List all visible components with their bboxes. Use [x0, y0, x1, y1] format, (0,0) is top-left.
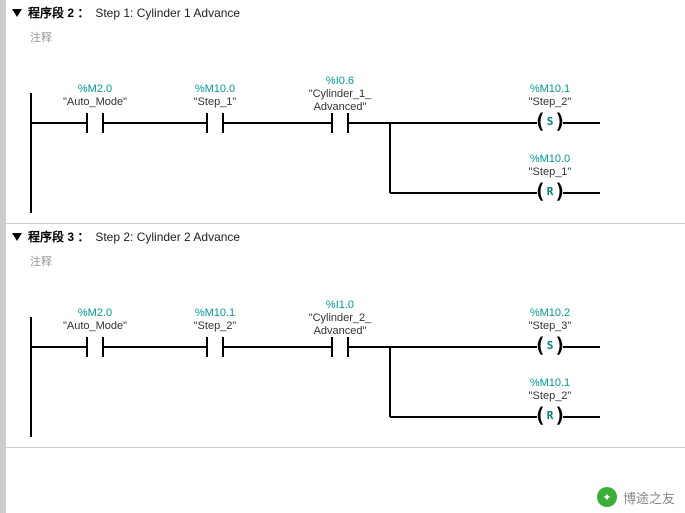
network: 程序段 3 ： Step 2: Cylinder 2 Advance 注释 %M2.0… — [6, 224, 685, 448]
address: %M10.1 — [505, 377, 595, 390]
operand-label: %M10.0"Step_1" — [505, 153, 595, 179]
ladder-rung[interactable]: %M2.0"Auto_Mode"%M10.0"Step_1"%I0.6"Cyli… — [30, 63, 673, 223]
coil-s[interactable]: (S) — [537, 113, 563, 133]
network-header[interactable]: 程序段 2 ： Step 1: Cylinder 1 Advance — [6, 0, 685, 25]
address: %M10.0 — [505, 153, 595, 166]
address: %M10.2 — [505, 307, 595, 320]
network-comment[interactable]: 注释 — [6, 25, 685, 63]
watermark: ✦ 博途之友 — [597, 487, 675, 507]
operand-label: %M10.0"Step_1" — [170, 83, 260, 109]
network-title: 程序段 3 ： — [28, 228, 89, 245]
coil-r[interactable]: (R) — [537, 407, 563, 427]
network-title: 程序段 2 ： — [28, 4, 89, 21]
symbol: "Auto_Mode" — [50, 96, 140, 109]
symbol: "Step_2" — [505, 390, 595, 403]
ladder-rung[interactable]: %M2.0"Auto_Mode"%M10.1"Step_2"%I1.0"Cyli… — [30, 287, 673, 447]
network-comment[interactable]: 注释 — [6, 249, 685, 287]
power-rail — [30, 317, 32, 437]
network: 程序段 2 ： Step 1: Cylinder 1 Advance 注释 %M2.0… — [6, 0, 685, 224]
symbol: "Step_2" — [505, 96, 595, 109]
no-contact[interactable] — [331, 337, 349, 357]
symbol: "Cylinder_2_Advanced" — [295, 312, 385, 338]
address: %M10.1 — [505, 83, 595, 96]
address: %M2.0 — [50, 83, 140, 96]
wechat-icon: ✦ — [597, 487, 617, 507]
watermark-text: 博途之友 — [623, 488, 675, 507]
address: %I1.0 — [295, 299, 385, 312]
power-rail — [30, 93, 32, 213]
symbol: "Auto_Mode" — [50, 320, 140, 333]
address: %M10.0 — [170, 83, 260, 96]
network-header[interactable]: 程序段 3 ： Step 2: Cylinder 2 Advance — [6, 224, 685, 249]
operand-label: %I0.6"Cylinder_1_Advanced" — [295, 75, 385, 115]
symbol: "Step_1" — [505, 166, 595, 179]
coil-r[interactable]: (R) — [537, 183, 563, 203]
address: %M10.1 — [170, 307, 260, 320]
no-contact[interactable] — [206, 337, 224, 357]
operand-label: %M10.1"Step_2" — [505, 83, 595, 109]
ladder-editor: 程序段 2 ： Step 1: Cylinder 1 Advance 注释 %M2.0… — [0, 0, 685, 513]
symbol: "Step_1" — [170, 96, 260, 109]
operand-label: %M10.1"Step_2" — [170, 307, 260, 333]
no-contact[interactable] — [206, 113, 224, 133]
network-desc: Step 1: Cylinder 1 Advance — [95, 6, 240, 20]
operand-label: %I1.0"Cylinder_2_Advanced" — [295, 299, 385, 339]
operand-label: %M10.2"Step_3" — [505, 307, 595, 333]
address: %I0.6 — [295, 75, 385, 88]
address: %M2.0 — [50, 307, 140, 320]
symbol: "Cylinder_1_Advanced" — [295, 88, 385, 114]
symbol: "Step_3" — [505, 320, 595, 333]
operand-label: %M10.1"Step_2" — [505, 377, 595, 403]
no-contact[interactable] — [331, 113, 349, 133]
collapse-toggle-icon[interactable] — [12, 9, 22, 17]
coil-s[interactable]: (S) — [537, 337, 563, 357]
operand-label: %M2.0"Auto_Mode" — [50, 307, 140, 333]
collapse-toggle-icon[interactable] — [12, 233, 22, 241]
operand-label: %M2.0"Auto_Mode" — [50, 83, 140, 109]
symbol: "Step_2" — [170, 320, 260, 333]
no-contact[interactable] — [86, 337, 104, 357]
network-desc: Step 2: Cylinder 2 Advance — [95, 230, 240, 244]
no-contact[interactable] — [86, 113, 104, 133]
